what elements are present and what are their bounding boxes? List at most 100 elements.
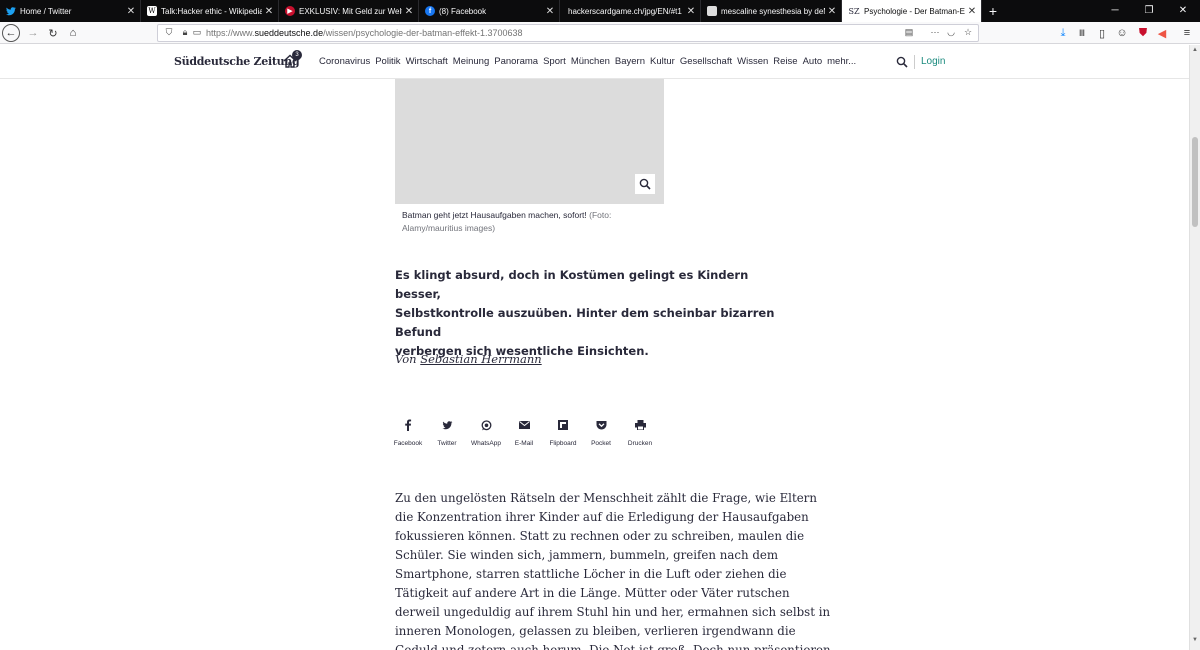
nav-item[interactable]: Auto (803, 56, 823, 67)
scrollbar-thumb[interactable] (1192, 137, 1198, 227)
nav-item-more[interactable]: mehr... (827, 56, 856, 67)
body-line: die Konzentration ihrer Kinder auf die E… (395, 510, 809, 524)
teaser-line: Es klingt absurd, doch in Kostümen gelin… (395, 268, 749, 301)
window-controls: ─ ❐ ✕ (1098, 0, 1200, 22)
restore-icon[interactable]: ❐ (1132, 0, 1166, 22)
tab-facebook[interactable]: f (8) Facebook ✕ (419, 0, 560, 22)
search-icon[interactable] (896, 55, 910, 69)
body-line: Tätigkeit auf andere Art in die Länge. M… (395, 586, 790, 600)
menu-icon[interactable]: ≡ (1180, 25, 1194, 41)
shield-icon[interactable]: ⛉ (162, 27, 176, 38)
tab-sz-active[interactable]: SZ Psychologie - Der Batman-Effe ✕ (842, 0, 982, 22)
body-line: Smartphone, starren stattliche Löcher in… (395, 567, 787, 581)
share-twitter[interactable]: Twitter (427, 417, 467, 447)
pocket-icon[interactable]: ◡ (944, 27, 958, 38)
nav-item[interactable]: Gesellschaft (680, 56, 732, 67)
site-logo[interactable]: Süddeutsche Zeitung (174, 55, 300, 68)
tab-title: (8) Facebook (439, 6, 487, 16)
tab-close-icon[interactable]: ✕ (262, 6, 276, 17)
byline-prefix: Von (395, 352, 417, 366)
tab-close-icon[interactable]: ✕ (965, 6, 979, 17)
printer-icon (620, 417, 660, 433)
byline: Von Sebastian Herrmann (395, 352, 542, 366)
tab-title: hackerscardgame.ch/jpg/EN/#t1 (568, 6, 682, 16)
nav-item[interactable]: Sport (543, 56, 566, 67)
pocket-icon (581, 417, 621, 433)
tab-mescaline[interactable]: mescaline synesthesia by deMo ✕ (701, 0, 842, 22)
sidebar-icon[interactable]: ▯ (1095, 25, 1109, 41)
wikipedia-icon: W (147, 6, 157, 16)
flipboard-icon (543, 417, 583, 433)
sz-home-button[interactable]: 3 (283, 50, 302, 70)
share-pocket[interactable]: Pocket (581, 417, 621, 447)
reload-icon[interactable]: ↻ (46, 25, 60, 41)
nav-item[interactable]: Meinung (453, 56, 489, 67)
nav-item[interactable]: Bayern (615, 56, 645, 67)
tab-close-icon[interactable]: ✕ (402, 6, 416, 17)
tab-strip: Home / Twitter ✕ W Talk:Hacker ethic - W… (0, 0, 1200, 22)
url-text: https://www.sueddeutsche.de/wissen/psych… (206, 28, 523, 38)
page-actions-icon[interactable]: ··· (928, 27, 942, 37)
tab-close-icon[interactable]: ✕ (825, 6, 839, 17)
tab-hackerscardgame[interactable]: hackerscardgame.ch/jpg/EN/#t1 ✕ (560, 0, 701, 22)
nav-item[interactable]: Wissen (737, 56, 768, 67)
page-icon (707, 6, 717, 16)
scroll-down-icon[interactable]: ▼ (1190, 637, 1200, 643)
author-link[interactable]: Sebastian Herrmann (420, 352, 541, 366)
zoom-image-button[interactable] (635, 174, 655, 194)
tab-close-icon[interactable]: ✕ (543, 6, 557, 17)
share-email[interactable]: E-Mail (504, 417, 544, 447)
account-icon[interactable]: ☺ (1115, 25, 1129, 41)
permissions-icon[interactable]: ▭ (190, 27, 204, 38)
home-badge: 3 (292, 50, 302, 60)
tab-close-icon[interactable]: ✕ (684, 6, 698, 17)
nav-item[interactable]: Reise (773, 56, 797, 67)
mail-icon (504, 417, 544, 433)
share-facebook[interactable]: Facebook (388, 417, 428, 447)
nav-item[interactable]: Kultur (650, 56, 675, 67)
body-line: Zu den ungelösten Rätseln der Menschheit… (395, 491, 817, 505)
divider (914, 55, 915, 69)
body-line: derweil ungeduldig auf ihrem Stuhl hin u… (395, 605, 831, 619)
tab-title: mescaline synesthesia by deMo (721, 6, 825, 16)
share-whatsapp[interactable]: WhatsApp (466, 417, 506, 447)
tab-twitter[interactable]: Home / Twitter ✕ (0, 0, 141, 22)
login-link[interactable]: Login (921, 56, 945, 67)
new-tab-icon[interactable]: + (982, 0, 1004, 22)
minimize-icon[interactable]: ─ (1098, 0, 1132, 22)
library-icon[interactable]: Ⅲ (1075, 25, 1089, 41)
main-navigation: Coronavirus Politik Wirtschaft Meinung P… (319, 56, 861, 67)
forward-icon[interactable]: → (26, 25, 40, 41)
share-print[interactable]: Drucken (620, 417, 660, 447)
home-icon[interactable]: ⌂ (66, 25, 80, 41)
nav-item[interactable]: München (571, 56, 610, 67)
nav-item[interactable]: Coronavirus (319, 56, 370, 67)
tab-close-icon[interactable]: ✕ (124, 6, 138, 17)
share-label: WhatsApp (471, 440, 501, 447)
magnifier-icon (639, 178, 651, 190)
download-icon[interactable]: ⤓ (1056, 25, 1070, 41)
browser-toolbar: ← → ↻ ⌂ ⛉ 🔒︎ ▭ https://www.sueddeutsche.… (0, 22, 1200, 44)
nav-item[interactable]: Panorama (494, 56, 538, 67)
reader-view-icon[interactable]: ▤ (902, 27, 916, 38)
teaser-line: Selbstkontrolle auszuüben. Hinter dem sc… (395, 306, 775, 339)
facebook-icon (388, 417, 428, 433)
close-window-icon[interactable]: ✕ (1166, 0, 1200, 22)
share-label: Drucken (627, 440, 653, 447)
url-bar[interactable]: ⛉ 🔒︎ ▭ https://www.sueddeutsche.de/wisse… (157, 24, 979, 42)
extension-icon[interactable]: ◀ (1155, 25, 1169, 41)
share-label: Facebook (393, 440, 423, 447)
nav-item[interactable]: Politik (375, 56, 400, 67)
ublock-icon[interactable]: ⛊ (1136, 25, 1150, 41)
nav-item[interactable]: Wirtschaft (406, 56, 448, 67)
facebook-icon: f (425, 6, 435, 16)
scroll-up-icon[interactable]: ▲ (1190, 47, 1200, 53)
bookmark-star-icon[interactable]: ☆ (961, 27, 975, 38)
tab-wikipedia[interactable]: W Talk:Hacker ethic - Wikipedia ✕ (141, 0, 279, 22)
share-label: Flipboard (549, 440, 577, 447)
back-icon[interactable]: ← (2, 24, 20, 42)
tab-exklusiv[interactable]: ▶ EXKLUSIV: Mit Geld zur Welthe ✕ (279, 0, 419, 22)
page-scrollbar[interactable]: ▲ ▼ (1189, 45, 1200, 650)
body-line: Schüler. Sie winden sich, jammern, bumme… (395, 548, 779, 562)
share-flipboard[interactable]: Flipboard (543, 417, 583, 447)
